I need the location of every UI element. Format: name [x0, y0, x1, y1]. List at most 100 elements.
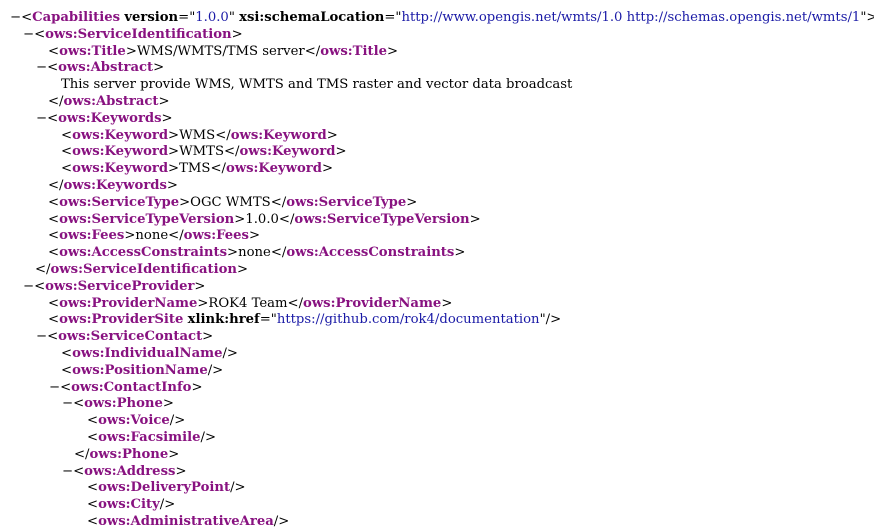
collapse-toggle-icon[interactable]: −: [49, 379, 60, 396]
xml-line-open[interactable]: −<ows:Abstract>: [36, 59, 164, 76]
collapse-toggle-icon[interactable]: −: [23, 278, 34, 295]
tag-bracket: <: [47, 60, 59, 76]
tag-bracket: <: [87, 497, 99, 513]
xml-line-open[interactable]: −<ows:ServiceProvider>: [23, 278, 205, 295]
element-text: none: [238, 245, 271, 261]
tag-bracket: >: [454, 245, 466, 261]
tag-name: ows:AdministrativeArea: [98, 514, 274, 529]
tag-name: ows:ContactInfo: [71, 379, 192, 395]
collapse-toggle-icon[interactable]: −: [36, 328, 47, 345]
tag-name: ows:ServiceIdentification: [50, 262, 238, 277]
attribute-equals: =": [259, 312, 277, 328]
tag-bracket: <: [48, 312, 60, 328]
attribute-value: https://github.com/rok4/documentation: [276, 312, 540, 328]
tag-bracket: <: [61, 127, 73, 143]
tag-bracket: <: [61, 144, 73, 160]
tag-bracket: </: [168, 228, 184, 244]
tag-bracket: >: [175, 463, 187, 479]
tag-bracket: />: [200, 430, 217, 445]
tag-bracket: >: [441, 295, 453, 311]
tag-bracket: />: [273, 514, 290, 529]
tag-bracket: <: [47, 110, 59, 126]
tag-bracket: <: [48, 194, 60, 210]
tag-bracket: </: [48, 94, 64, 109]
collapse-toggle-icon[interactable]: −: [36, 110, 47, 127]
tag-bracket: >: [202, 329, 214, 345]
attribute-equals: =": [178, 10, 196, 25]
xml-line-inline: <ows:ServiceType>OGC WMTS</ows:ServiceTy…: [48, 194, 417, 211]
tag-bracket: >: [386, 43, 399, 59]
tag-bracket: />: [230, 480, 246, 496]
tag-bracket: <: [87, 514, 99, 529]
tag-bracket: >: [153, 60, 165, 76]
xml-line-inline: <ows:Keyword>TMS</ows:Keyword>: [61, 160, 333, 177]
tag-bracket: >: [326, 127, 338, 143]
collapse-toggle-icon[interactable]: −: [23, 26, 34, 43]
tag-bracket: <: [61, 161, 73, 177]
attribute-quote: ": [228, 10, 235, 25]
xml-line-inline: <ows:Keyword>WMTS</ows:Keyword>: [61, 143, 347, 160]
tag-bracket: <: [87, 413, 99, 429]
element-text: ROK4 Team: [208, 295, 288, 311]
xml-line-open[interactable]: −<ows:Phone>: [62, 395, 174, 412]
tag-name: ows:Keyword: [72, 127, 169, 143]
tag-name: ows:IndividualName: [72, 346, 223, 361]
tag-name: ows:Keywords: [63, 178, 167, 193]
xml-line-inline: <ows:Fees>none</ows:Fees>: [48, 227, 260, 244]
tag-bracket: </: [270, 194, 287, 210]
tag-bracket: >: [161, 110, 173, 126]
tag-bracket: >: [335, 144, 347, 160]
collapse-toggle-icon[interactable]: −: [62, 395, 73, 412]
xml-line-empty: <ows:Voice/>: [87, 412, 185, 429]
tag-name: ows:Phone: [84, 396, 163, 412]
tag-bracket: >: [469, 211, 481, 227]
tag-name: ows:Abstract: [63, 94, 159, 109]
collapse-toggle-icon[interactable]: −: [62, 463, 73, 480]
tag-bracket: >: [234, 211, 246, 227]
xml-line-open[interactable]: −<Capabilities version="1.0.0" xsi:schem…: [10, 9, 874, 26]
tag-bracket: <: [21, 10, 33, 25]
element-text: TMS: [179, 161, 211, 177]
xml-line-empty: <ows:ProviderSite xlink:href="https://gi…: [48, 311, 561, 328]
tag-name: ows:ServiceContact: [58, 329, 203, 345]
tag-bracket: <: [73, 463, 85, 479]
xml-line-empty: <ows:City/>: [87, 496, 175, 513]
tag-bracket: >: [125, 43, 137, 59]
tag-name: ows:Abstract: [58, 60, 154, 76]
tag-name: ows:ProviderSite: [59, 312, 184, 328]
tag-bracket: >: [231, 26, 243, 42]
tag-bracket: <: [87, 480, 99, 496]
collapse-toggle-icon[interactable]: −: [36, 59, 47, 76]
xml-line-inline: <ows:AccessConstraints>none</ows:AccessC…: [48, 244, 465, 261]
tag-bracket: />: [169, 413, 186, 429]
tag-bracket: >: [179, 194, 191, 210]
tag-name: ows:Address: [84, 463, 176, 479]
xml-line-open[interactable]: −<ows:Keywords>: [36, 110, 173, 127]
xml-line-open[interactable]: −<ows:ContactInfo>: [49, 379, 203, 396]
tag-bracket: >: [321, 161, 333, 177]
tag-bracket: </: [304, 43, 321, 59]
xml-line-open[interactable]: −<ows:ServiceIdentification>: [23, 26, 243, 43]
tag-bracket: </: [215, 127, 231, 143]
tag-bracket: </: [210, 161, 226, 177]
tag-bracket: </: [74, 446, 90, 462]
collapse-toggle-icon[interactable]: −: [10, 9, 21, 26]
attribute-value: http://www.opengis.net/wmts/1.0 http://s…: [401, 10, 861, 25]
tag-bracket: <: [48, 228, 60, 244]
tag-bracket: >: [406, 194, 418, 210]
tag-bracket: <: [87, 430, 99, 445]
tag-name: Capabilities: [32, 10, 121, 25]
xml-line-empty: <ows:PositionName/>: [61, 362, 223, 379]
element-text: none: [135, 228, 169, 244]
element-text: WMS: [179, 127, 216, 143]
tag-name: ows:Phone: [89, 446, 169, 462]
tag-bracket: >: [168, 161, 180, 177]
xml-line-open[interactable]: −<ows:Address>: [62, 463, 187, 480]
tag-bracket: </: [224, 144, 240, 160]
attribute-name: version: [124, 10, 179, 25]
tag-name: ows:Keywords: [58, 110, 162, 126]
xml-line-empty: <ows:AdministrativeArea/>: [87, 513, 289, 530]
xml-line-close: </ows:Phone>: [74, 446, 179, 463]
xml-line-open[interactable]: −<ows:ServiceContact>: [36, 328, 213, 345]
tag-bracket: >: [162, 396, 174, 412]
